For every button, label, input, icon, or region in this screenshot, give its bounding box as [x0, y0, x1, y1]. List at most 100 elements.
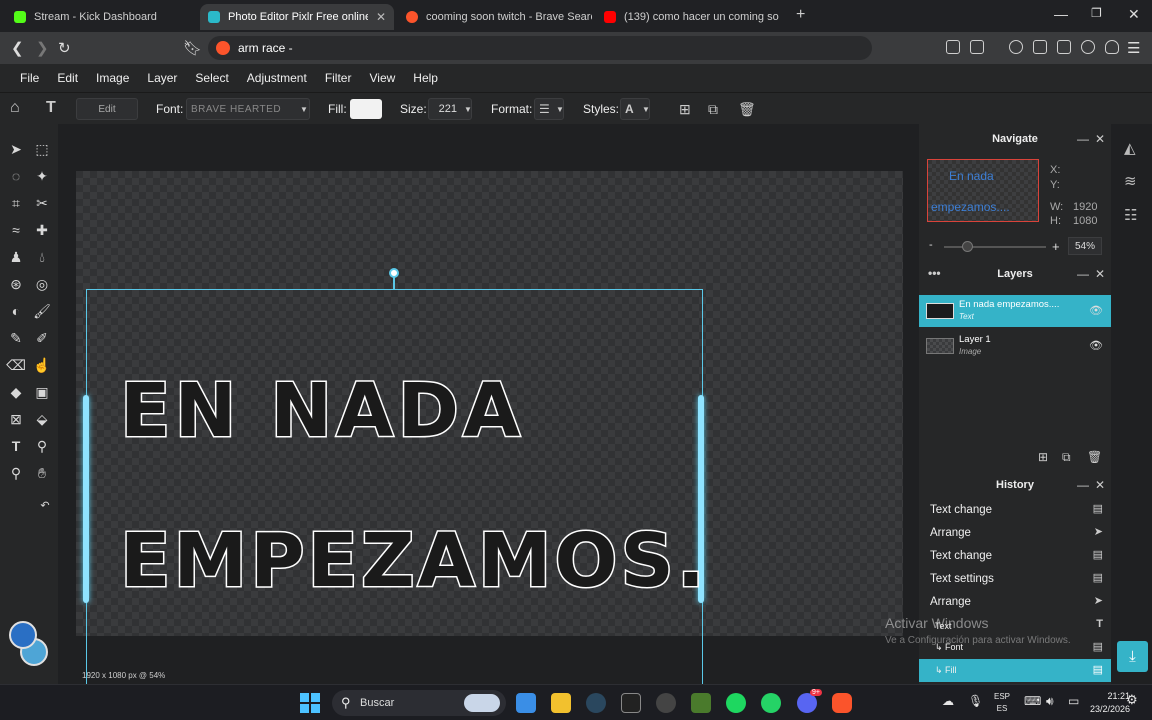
- clone-stamp-icon[interactable]: ♟: [5, 246, 27, 268]
- file-explorer-icon[interactable]: [551, 693, 571, 713]
- visibility-eye-icon[interactable]: 👁︎: [1089, 304, 1103, 317]
- export-download-icon[interactable]: ⤓: [1117, 641, 1148, 672]
- spotify-icon[interactable]: [726, 693, 746, 713]
- foreground-color[interactable]: [9, 621, 37, 649]
- menu-image[interactable]: Image: [96, 71, 129, 85]
- wallet-icon[interactable]: [1057, 40, 1071, 54]
- tab-pixlr[interactable]: Photo Editor Pixlr Free online Im ✕: [200, 4, 394, 30]
- add-text-icon[interactable]: ⊞: [679, 101, 691, 118]
- system-clock[interactable]: 21:21 23/2/2026: [1090, 690, 1130, 716]
- eraser-tool-icon[interactable]: ⌫: [5, 354, 27, 376]
- spray-tool-icon[interactable]: ✐: [31, 327, 53, 349]
- brave-browser-icon[interactable]: [832, 693, 852, 713]
- history-item-active[interactable]: ↳ Fill ▤: [919, 659, 1111, 682]
- canvas-text-line-2[interactable]: EMPEZAMOS.: [119, 517, 708, 606]
- menu-adjustment[interactable]: Adjustment: [247, 71, 307, 85]
- zoom-slider[interactable]: [944, 246, 1046, 248]
- tab-youtube[interactable]: (139) como hacer un coming song co: [596, 4, 790, 30]
- rotate-handle[interactable]: [389, 268, 399, 278]
- notifications-gear-icon[interactable]: ⚙: [1126, 693, 1138, 706]
- layer-row-text[interactable]: En nada empezamos.... Text 👁︎: [919, 295, 1111, 327]
- close-window-button[interactable]: ✕: [1128, 6, 1140, 23]
- close-panel-icon[interactable]: ✕: [1095, 132, 1105, 146]
- text-tool-icon[interactable]: T: [5, 435, 27, 457]
- tab-brave-search[interactable]: cooming soon twitch - Brave Search: [398, 4, 592, 30]
- history-item[interactable]: Text settings ▤: [919, 567, 1111, 590]
- properties-panel-icon[interactable]: ☷: [1124, 206, 1137, 224]
- smudge-tool-icon[interactable]: ☝: [31, 354, 53, 376]
- menu-file[interactable]: File: [20, 71, 39, 85]
- swap-colors-icon[interactable]: ↶: [34, 494, 56, 516]
- eyedropper-icon[interactable]: ⚲: [31, 435, 53, 457]
- close-panel-icon[interactable]: ✕: [1095, 267, 1105, 281]
- duplicate-layer-icon[interactable]: ⧉: [1062, 450, 1071, 465]
- vpn-shield-icon[interactable]: [1105, 40, 1119, 54]
- menu-view[interactable]: View: [369, 71, 395, 85]
- onedrive-icon[interactable]: ☁: [942, 695, 954, 707]
- layers-panel-icon[interactable]: ≋: [1124, 172, 1137, 190]
- language-indicator[interactable]: ESP ES: [994, 691, 1010, 715]
- blur-tool-icon[interactable]: 💧︎: [31, 246, 53, 268]
- new-tab-button[interactable]: +: [796, 6, 805, 24]
- history-item[interactable]: Arrange ➤: [919, 521, 1111, 544]
- network-icon[interactable]: ⌨: [1024, 695, 1041, 707]
- arrange-tool-icon[interactable]: ➤: [5, 138, 27, 160]
- left-resize-handle[interactable]: [83, 395, 89, 603]
- close-tab-icon[interactable]: ✕: [376, 10, 386, 24]
- zoom-out-button[interactable]: -: [929, 239, 933, 251]
- marquee-tool-icon[interactable]: ⬚: [31, 138, 53, 160]
- text-selection-box[interactable]: [86, 289, 703, 684]
- sidebar-icon[interactable]: [1033, 40, 1047, 54]
- delete-icon[interactable]: 🗑︎: [738, 101, 756, 118]
- extension-puzzle-icon[interactable]: [946, 40, 960, 54]
- add-layer-icon[interactable]: ⊞: [1038, 450, 1048, 464]
- edit-text-button[interactable]: Edit: [76, 98, 138, 120]
- navigator-thumbnail[interactable]: En nada empezamos....: [927, 159, 1039, 222]
- home-icon[interactable]: ⌂: [10, 99, 20, 117]
- taskbar-search[interactable]: ⚲ Buscar: [332, 690, 506, 716]
- hand-tool-icon[interactable]: ✋︎: [31, 462, 53, 484]
- font-select[interactable]: BRAVE HEARTED: [186, 98, 310, 120]
- visibility-eye-icon[interactable]: 👁︎: [1089, 339, 1103, 352]
- bookmark-icon[interactable]: 🔖︎: [183, 39, 202, 57]
- tab-kick-dashboard[interactable]: Stream - Kick Dashboard: [6, 4, 196, 30]
- history-item[interactable]: Arrange ➤: [919, 590, 1111, 613]
- battery-icon[interactable]: ▭: [1068, 695, 1079, 707]
- menu-edit[interactable]: Edit: [57, 71, 78, 85]
- lasso-tool-icon[interactable]: ◌: [5, 165, 27, 187]
- music-icon[interactable]: [1009, 40, 1023, 54]
- history-item[interactable]: Text change ▤: [919, 544, 1111, 567]
- duplicate-icon[interactable]: ⧉: [708, 101, 718, 118]
- microphone-icon[interactable]: 🎙︎: [968, 695, 983, 707]
- minimize-panel-icon[interactable]: —: [1077, 478, 1089, 492]
- photos-app-icon[interactable]: [516, 693, 536, 713]
- menu-select[interactable]: Select: [195, 71, 228, 85]
- fill-color-swatch[interactable]: [350, 99, 382, 119]
- magic-wand-icon[interactable]: ✦: [31, 165, 53, 187]
- zoom-value[interactable]: 54%: [1068, 237, 1102, 255]
- pen-tool-icon[interactable]: ✎: [5, 327, 27, 349]
- forward-icon[interactable]: ❯: [36, 39, 49, 57]
- windows-start-icon[interactable]: [300, 693, 320, 713]
- obs-icon[interactable]: [656, 693, 676, 713]
- close-panel-icon[interactable]: ✕: [1095, 478, 1105, 492]
- cut-tool-icon[interactable]: ✂: [31, 192, 53, 214]
- canvas-text-line-1[interactable]: EN NADA: [118, 367, 524, 456]
- menu-help[interactable]: Help: [413, 71, 438, 85]
- cutout-tool-icon[interactable]: ⬙: [31, 408, 53, 430]
- brush-tool-icon[interactable]: 🖌︎: [31, 300, 53, 322]
- maximize-button[interactable]: ❐: [1091, 6, 1102, 20]
- volume-icon[interactable]: 🔊︎: [1046, 695, 1054, 707]
- epic-games-icon[interactable]: [621, 693, 641, 713]
- screenshot-icon[interactable]: [970, 40, 984, 54]
- history-item[interactable]: Text change ▤: [919, 498, 1111, 521]
- gradient-tool-icon[interactable]: ▣: [31, 381, 53, 403]
- steam-icon[interactable]: [586, 693, 606, 713]
- leo-ai-icon[interactable]: [1081, 40, 1095, 54]
- sponge-tool-icon[interactable]: ⊛: [5, 273, 27, 295]
- color-replace-icon[interactable]: ◐: [5, 300, 27, 322]
- menu-filter[interactable]: Filter: [325, 71, 352, 85]
- zoom-slider-knob[interactable]: [962, 241, 973, 252]
- shape-tool-icon[interactable]: ⊠: [5, 408, 27, 430]
- minimize-panel-icon[interactable]: —: [1077, 267, 1089, 281]
